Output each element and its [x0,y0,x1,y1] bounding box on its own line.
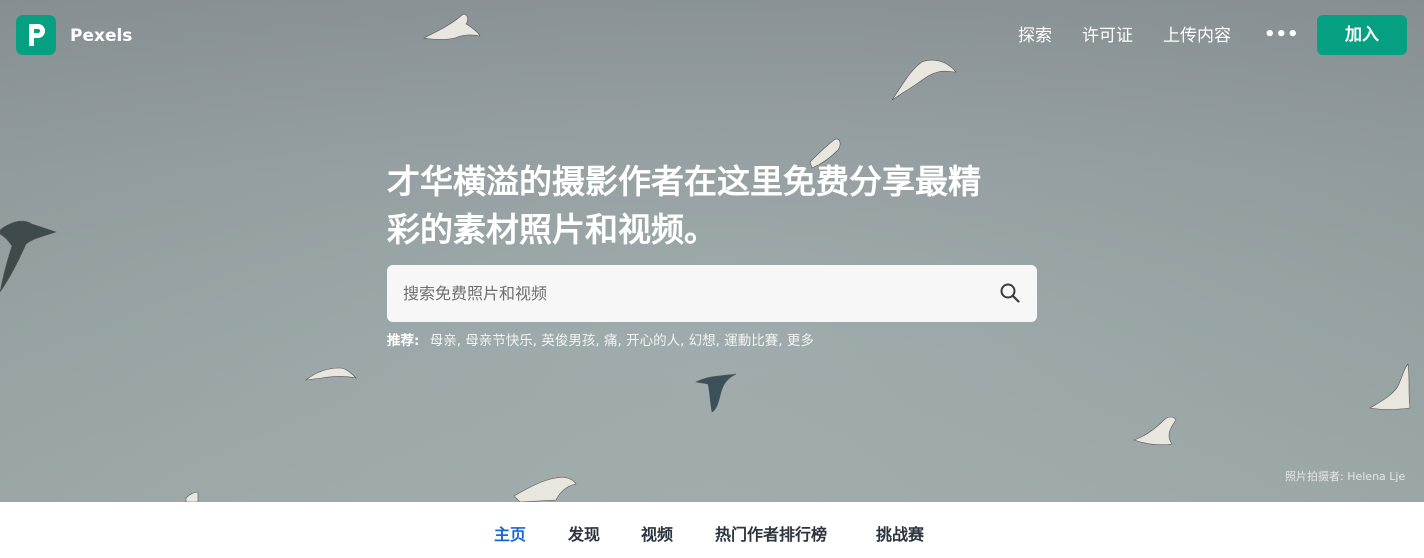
join-button[interactable]: 加入 [1317,15,1407,55]
suggestion-link[interactable]: 痛, [604,333,622,349]
search-icon[interactable] [999,282,1021,304]
hero-banner: Pexels 探索 许可证 上传内容 ••• 加入 才华横溢的摄影作者在这里免费… [0,0,1424,502]
seagull-icon [891,59,957,101]
seagull-icon [185,491,199,502]
more-dots-icon[interactable]: ••• [1264,24,1299,46]
seagull-icon [1369,363,1411,410]
nav-upload[interactable]: 上传内容 [1163,25,1231,47]
tab-home[interactable]: 主页 [494,524,526,546]
suggestion-link[interactable]: 开心的人, [626,333,684,349]
suggestion-link[interactable]: 母亲节快乐, [465,333,537,349]
hero-headline: 才华横溢的摄影作者在这里免费分享最精 彩的素材照片和视频。 [387,158,1047,254]
pexels-logo-icon[interactable] [16,15,56,55]
seagull-icon [423,13,481,40]
suggestion-link[interactable]: 母亲, [430,333,461,349]
suggestion-link[interactable]: 幻想, [689,333,720,349]
headline-line-2: 彩的素材照片和视频。 [387,210,717,249]
search-input[interactable] [403,265,983,322]
nav-explore[interactable]: 探索 [1018,25,1052,47]
suggestions: 推荐: 母亲, 母亲节快乐, 英俊男孩, 痛, 开心的人, 幻想, 運動比賽, … [387,332,814,350]
suggestion-link[interactable]: 運動比賽, [724,333,782,349]
search-box [387,265,1037,322]
tab-discover[interactable]: 发现 [568,524,600,546]
seagull-icon [513,476,577,502]
brand-name[interactable]: Pexels [70,25,132,47]
seagull-icon [695,373,737,413]
logo-glyph [29,24,45,46]
nav-license[interactable]: 许可证 [1082,25,1133,47]
headline-line-1: 才华横溢的摄影作者在这里免费分享最精 [387,162,981,201]
seagull-icon [304,367,357,381]
photo-credit[interactable]: 照片拍摄者: Helena Lje [1285,470,1405,484]
tab-leaderboard[interactable]: 热门作者排行榜 [715,524,827,546]
tab-videos[interactable]: 视频 [641,524,673,546]
seagull-icon [0,220,57,293]
suggestion-more-link[interactable]: 更多 [787,333,814,349]
main-tabs: 主页 发现 视频 热门作者排行榜 挑战赛 [0,502,1424,558]
seagull-icon [1133,416,1177,446]
suggestion-link[interactable]: 英俊男孩, [541,333,599,349]
tab-challenges[interactable]: 挑战赛 [876,524,924,546]
suggestions-label: 推荐: [387,333,420,349]
